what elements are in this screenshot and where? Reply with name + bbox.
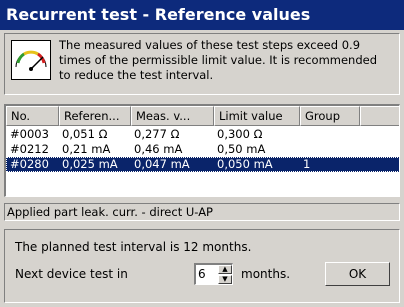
- column-header-group[interactable]: Group: [300, 106, 360, 126]
- ok-button[interactable]: OK: [325, 262, 390, 286]
- column-header-no[interactable]: No.: [6, 106, 59, 126]
- cell-measured: 0,277 Ω: [134, 127, 180, 141]
- cell-reference: 0,21 mA: [62, 142, 111, 156]
- column-header-measured[interactable]: Meas. v...: [131, 106, 214, 126]
- next-test-label: Next device test in: [15, 267, 128, 281]
- planned-interval-text: The planned test interval is 12 months.: [15, 240, 252, 254]
- column-header-limit[interactable]: Limit value: [214, 106, 300, 126]
- reference-values-table[interactable]: No. Referen... Meas. v... Limit value Gr…: [4, 104, 400, 197]
- gauge-icon: [11, 40, 51, 80]
- cell-measured: 0,047 mA: [134, 157, 190, 171]
- cell-no: #0280: [10, 157, 49, 171]
- column-header-reference[interactable]: Referen...: [59, 106, 131, 126]
- table-row[interactable]: #0212 0,21 mA 0,46 mA 0,50 mA: [6, 142, 399, 157]
- info-line: The measured values of these test steps …: [59, 38, 361, 52]
- table-header: No. Referen... Meas. v... Limit value Gr…: [6, 106, 399, 126]
- cell-no: #0212: [10, 142, 49, 156]
- info-panel: The measured values of these test steps …: [4, 33, 400, 95]
- info-line: times of the permissible limit value. It…: [59, 53, 378, 67]
- cell-limit: 0,50 mA: [217, 142, 266, 156]
- cell-group: 1: [303, 157, 311, 171]
- stepper-up-button[interactable]: ▲: [218, 265, 232, 274]
- cell-limit: 0,300 Ω: [217, 127, 263, 141]
- info-message: The measured values of these test steps …: [59, 38, 399, 83]
- table-row-selected[interactable]: #0280 0,025 mA 0,047 mA 0,050 mA 1: [6, 157, 399, 172]
- cell-no: #0003: [10, 127, 49, 141]
- months-input[interactable]: [198, 266, 216, 282]
- test-step-description: Applied part leak. curr. - direct U-AP: [4, 203, 400, 221]
- info-line: to reduce the test interval.: [59, 68, 214, 82]
- stepper-down-button[interactable]: ▼: [218, 275, 232, 284]
- cell-reference: 0,025 mA: [62, 157, 118, 171]
- months-unit-label: months.: [241, 267, 291, 281]
- column-header-filler: [360, 106, 399, 126]
- table-row[interactable]: #0003 0,051 Ω 0,277 Ω 0,300 Ω: [6, 127, 399, 142]
- months-stepper[interactable]: ▲ ▼: [194, 263, 233, 285]
- cell-reference: 0,051 Ω: [62, 127, 108, 141]
- cell-limit: 0,050 mA: [217, 157, 273, 171]
- cell-measured: 0,46 mA: [134, 142, 183, 156]
- window-title: Recurrent test - Reference values: [0, 0, 404, 30]
- interval-panel: The planned test interval is 12 months. …: [4, 229, 400, 303]
